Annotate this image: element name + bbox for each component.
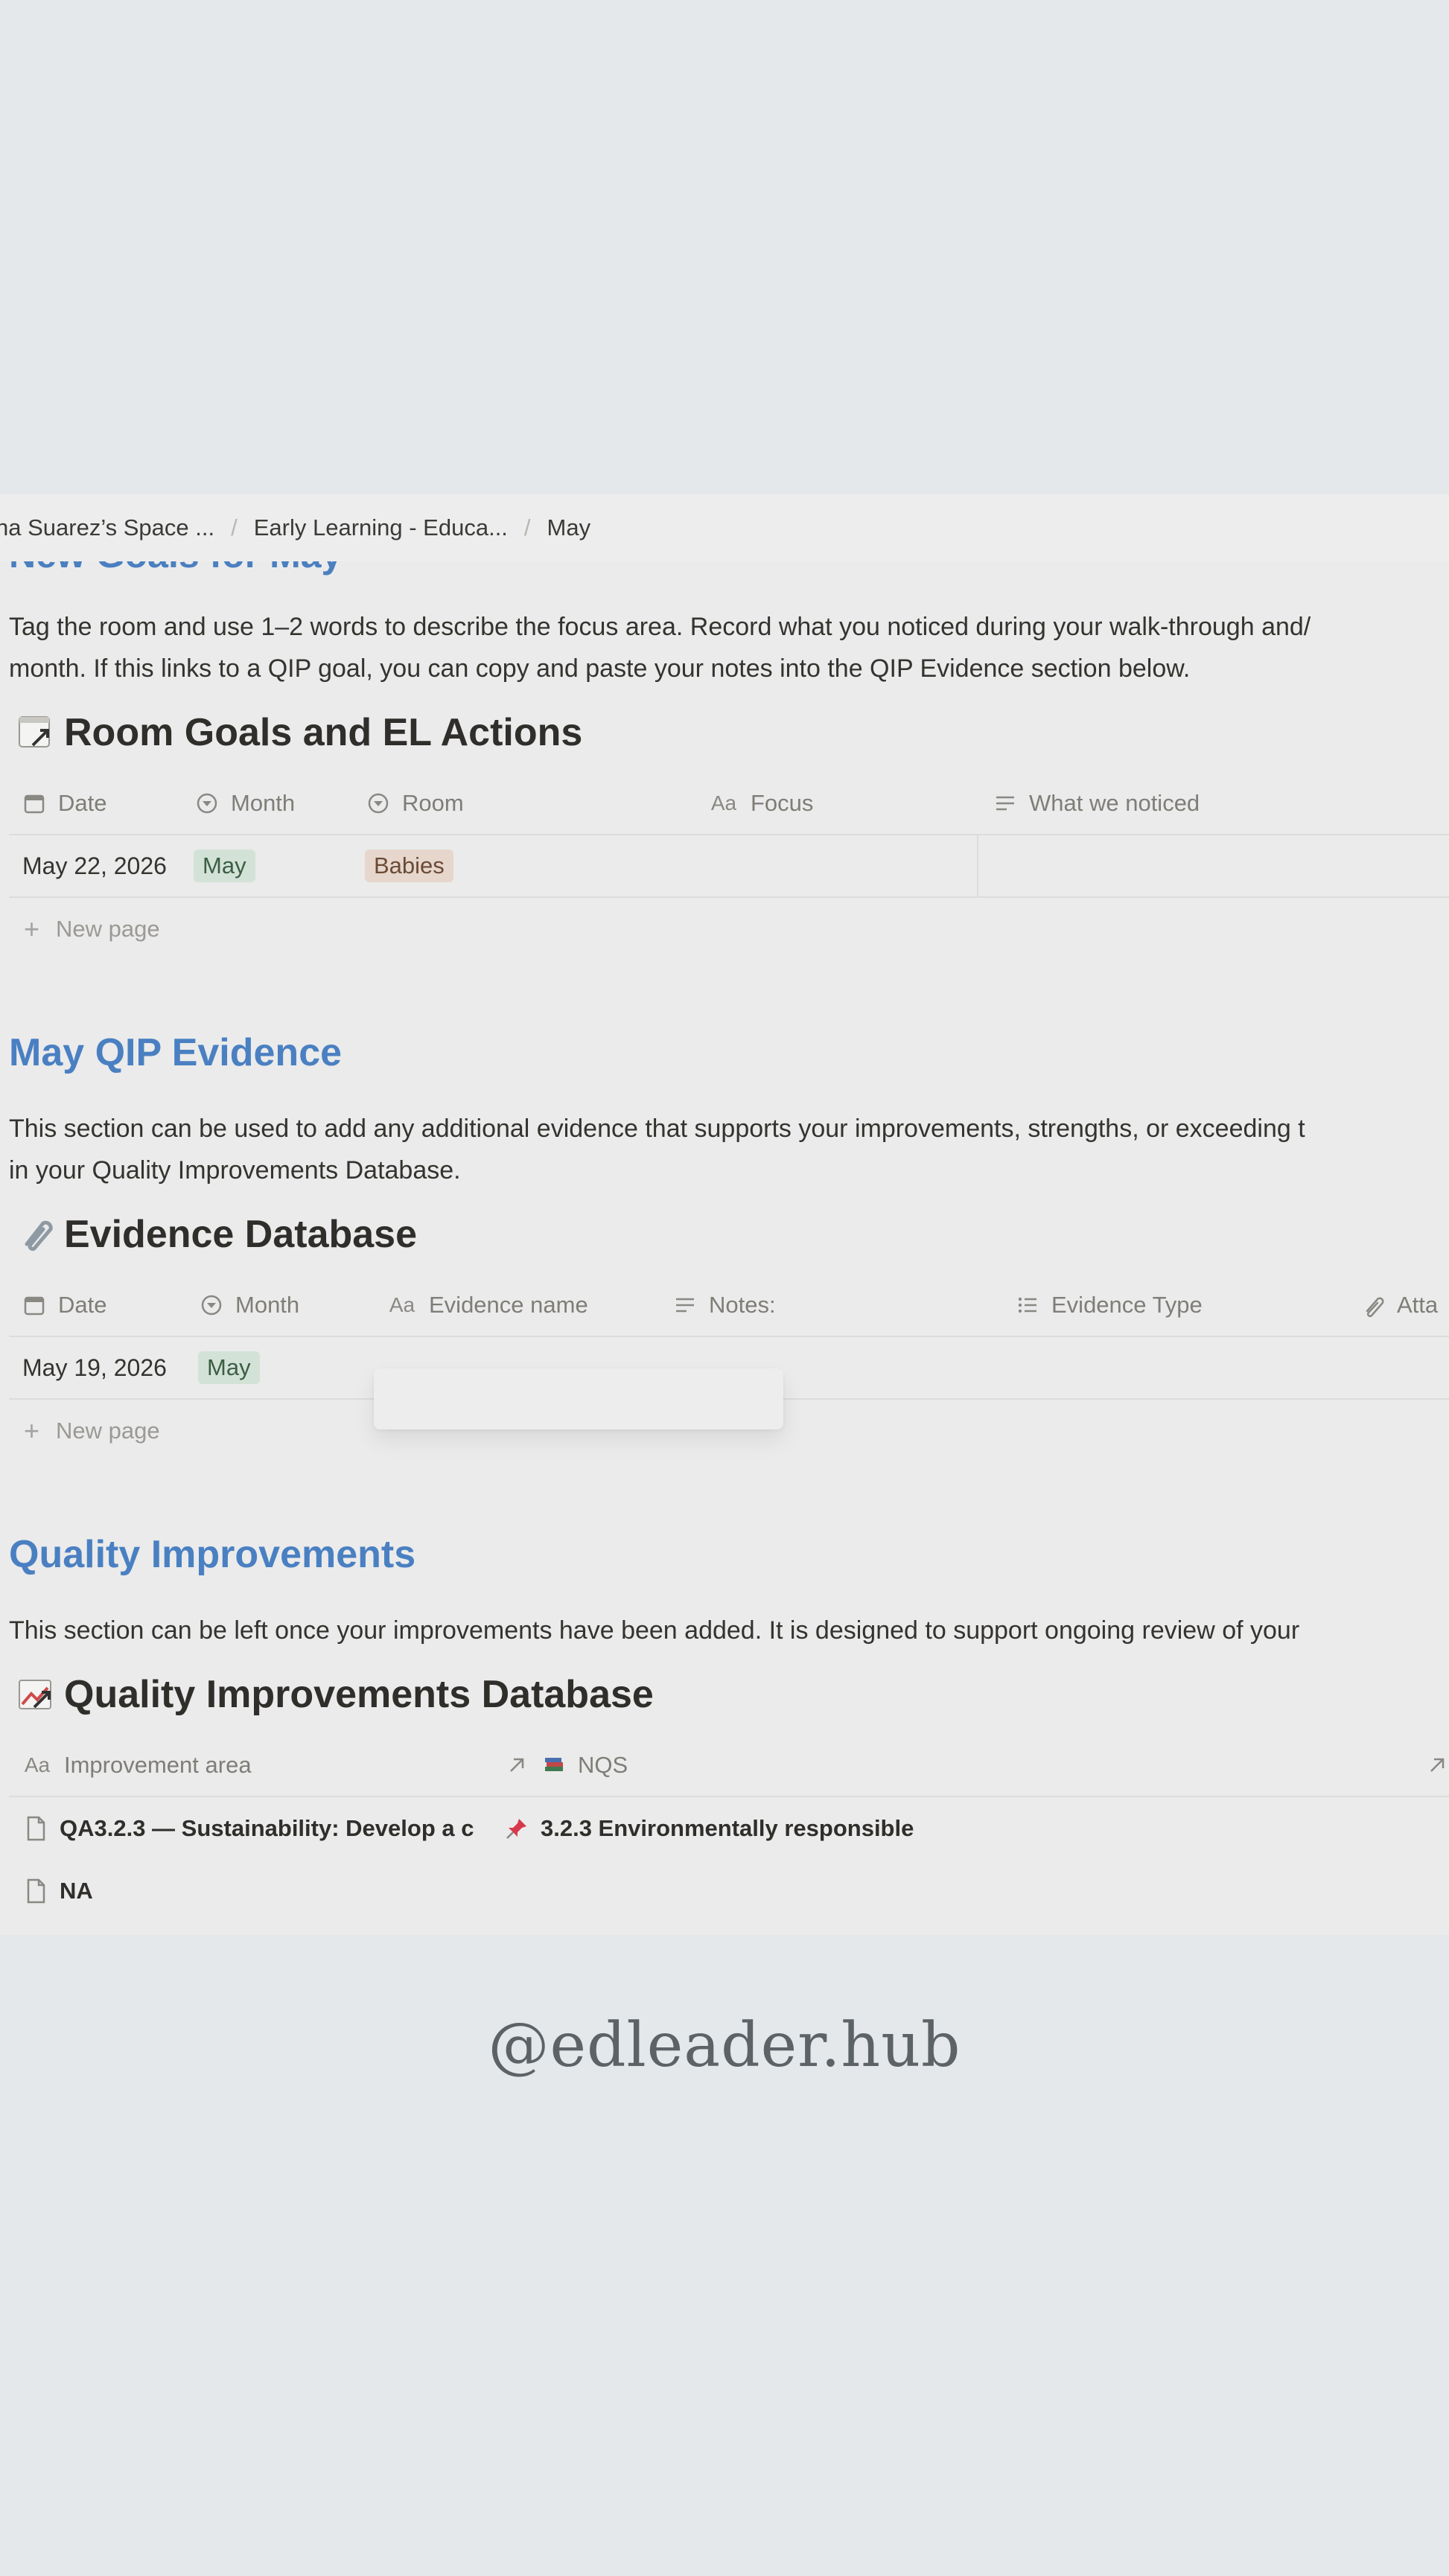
text-lines-icon [992,790,1019,817]
cell-date: May 22, 2026 [22,852,167,879]
page-icon [22,1878,49,1904]
paperclip-icon [1360,1292,1386,1319]
quality-heading: Quality Improvements [9,1533,416,1576]
arrow-up-right-icon [1424,1752,1449,1779]
evidence-new-page[interactable]: + New page [9,1400,1449,1462]
breadcrumb-separator: / [231,514,238,541]
column-focus[interactable]: Aa Focus [707,773,814,834]
room-goals-db-title[interactable]: Room Goals and EL Actions [16,710,582,755]
arrow-up-right-icon [503,1752,530,1779]
select-icon [365,790,392,817]
calendar-icon [21,790,48,817]
chart-emoji-icon [16,1674,57,1715]
column-evidence-type[interactable]: Evidence Type [1014,1275,1203,1336]
plus-icon: + [24,914,40,944]
evidence-db-title[interactable]: Evidence Database [16,1212,417,1257]
column-date[interactable]: Date [21,1275,106,1336]
cell-month: May [194,835,255,896]
cell-nqs: 3.2.3 Environmentally responsible [503,1797,914,1860]
select-icon [198,1292,225,1319]
column-month[interactable]: Month [194,773,295,834]
room-tag: Babies [365,849,453,882]
paperclip-emoji-icon [16,1214,57,1254]
room-goals-new-page[interactable]: + New page [9,898,1449,960]
quality-header: Aa Improvement area NQS [9,1735,1449,1797]
column-what-we-noticed[interactable]: What we noticed [992,773,1200,834]
column-room[interactable]: Room [365,773,464,834]
quality-db-title[interactable]: Quality Improvements Database [16,1672,654,1717]
month-tag: May [194,849,255,882]
evidence-header: Date Month Aa Evidence name Notes: Evide… [9,1275,1449,1337]
breadcrumb-current[interactable]: May [547,514,591,541]
pushpin-icon [503,1815,530,1842]
column-improvement-area[interactable]: Aa Improvement area [21,1735,252,1796]
notion-page: New Goals for May na Suarez’s Space ... … [0,494,1449,1935]
cell-month: May [198,1337,260,1398]
cell-improvement-area: QA3.2.3 — Sustainability: Develop a c [22,1797,474,1860]
page-icon [22,1815,49,1842]
table-row[interactable]: QA3.2.3 — Sustainability: Develop a c 3.… [9,1797,1449,1860]
breadcrumb-separator: / [523,514,531,541]
title-aa-icon: Aa [389,1293,415,1316]
room-goals-header: Date Month Room Aa Focus What we noticed [9,773,1449,835]
select-icon [194,790,220,817]
breadcrumb-workspace[interactable]: na Suarez’s Space ... [0,514,214,541]
goals-description-line2: month. If this links to a QIP goal, you … [9,654,1191,683]
text-lines-icon [672,1292,698,1319]
cell-improvement-area: NA [22,1860,93,1922]
breadcrumb: na Suarez’s Space ... / Early Learning -… [0,494,1449,561]
goals-description-line1: Tag the room and use 1–2 words to descri… [9,613,1311,641]
list-icon [1014,1292,1041,1319]
plus-icon: + [24,1415,40,1446]
column-relation-more[interactable] [1424,1735,1449,1796]
cell-date: May 19, 2026 [22,1354,167,1381]
breadcrumb-parent[interactable]: Early Learning - Educa... [254,514,508,541]
calendar-note-icon [16,712,57,753]
cell-divider [977,835,978,896]
column-notes[interactable]: Notes: [672,1275,776,1336]
books-icon [541,1752,567,1779]
evidence-description-line1: This section can be used to add any addi… [9,1115,1305,1143]
month-tag: May [198,1351,260,1384]
column-evidence-name[interactable]: Aa Evidence name [386,1275,588,1336]
cell-room: Babies [365,835,453,896]
quality-description-line1: This section can be left once your impro… [9,1616,1300,1645]
title-aa-icon: Aa [710,791,737,814]
table-row[interactable]: NA [9,1860,1449,1922]
table-row[interactable]: May 22, 2026 May Babies [9,835,1449,898]
title-aa-icon: Aa [24,1753,51,1776]
screen: New Goals for May na Suarez’s Space ... … [0,0,1449,2576]
evidence-heading: May QIP Evidence [9,1031,343,1074]
watermark-handle: @edleader.hub [488,2010,961,2081]
evidence-description-line2: in your Quality Improvements Database. [9,1156,461,1185]
column-attachments[interactable]: Atta [1360,1275,1438,1336]
column-month[interactable]: Month [198,1275,299,1336]
column-date[interactable]: Date [21,773,106,834]
column-nqs[interactable]: NQS [503,1735,628,1796]
calendar-icon [21,1292,48,1319]
